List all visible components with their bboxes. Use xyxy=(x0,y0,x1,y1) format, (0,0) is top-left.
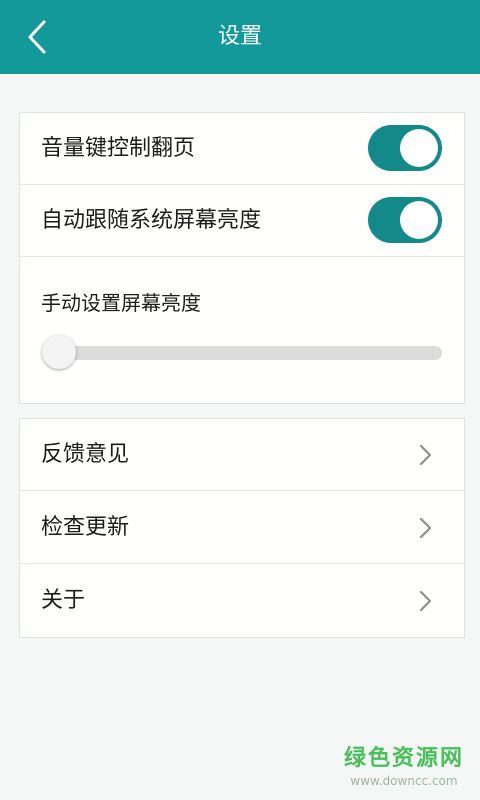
app-bar: 设置 xyxy=(0,0,480,74)
chevron-right-icon xyxy=(419,444,432,466)
setting-label-auto-brightness: 自动跟随系统屏幕亮度 xyxy=(41,208,262,233)
menu-item-label: 关于 xyxy=(41,588,86,613)
menu-item-label: 反馈意见 xyxy=(41,442,130,467)
watermark-url: www.downcc.com xyxy=(350,774,458,788)
toggle-knob xyxy=(400,129,438,167)
menu-card: 反馈意见 检查更新 关于 xyxy=(19,418,465,638)
slider-track xyxy=(42,346,442,360)
watermark: 绿色资源网 www.downcc.com xyxy=(340,740,468,788)
setting-row-volume-page-turn: 音量键控制翻页 xyxy=(20,113,464,185)
watermark-text: 绿色资源网 xyxy=(343,746,464,771)
chevron-left-icon xyxy=(28,20,46,54)
menu-item-check-update[interactable]: 检查更新 xyxy=(20,492,464,564)
menu-item-feedback[interactable]: 反馈意见 xyxy=(20,419,464,491)
brightness-slider[interactable] xyxy=(42,331,442,375)
setting-label-volume-page-turn: 音量键控制翻页 xyxy=(41,136,196,161)
back-button[interactable] xyxy=(14,14,60,60)
setting-row-auto-brightness: 自动跟随系统屏幕亮度 xyxy=(20,185,464,257)
manual-brightness-label: 手动设置屏幕亮度 xyxy=(41,291,201,315)
volume-page-turn-toggle[interactable] xyxy=(368,125,442,171)
page-title: 设置 xyxy=(217,24,262,49)
display-settings-card: 音量键控制翻页 自动跟随系统屏幕亮度 手动设置屏幕亮度 xyxy=(19,112,465,404)
chevron-right-icon xyxy=(419,590,432,612)
chevron-right-icon xyxy=(419,517,432,539)
slider-thumb[interactable] xyxy=(42,335,76,369)
toggle-knob xyxy=(400,201,438,239)
menu-item-about[interactable]: 关于 xyxy=(20,565,464,637)
menu-item-label: 检查更新 xyxy=(41,515,130,540)
auto-brightness-toggle[interactable] xyxy=(368,197,442,243)
